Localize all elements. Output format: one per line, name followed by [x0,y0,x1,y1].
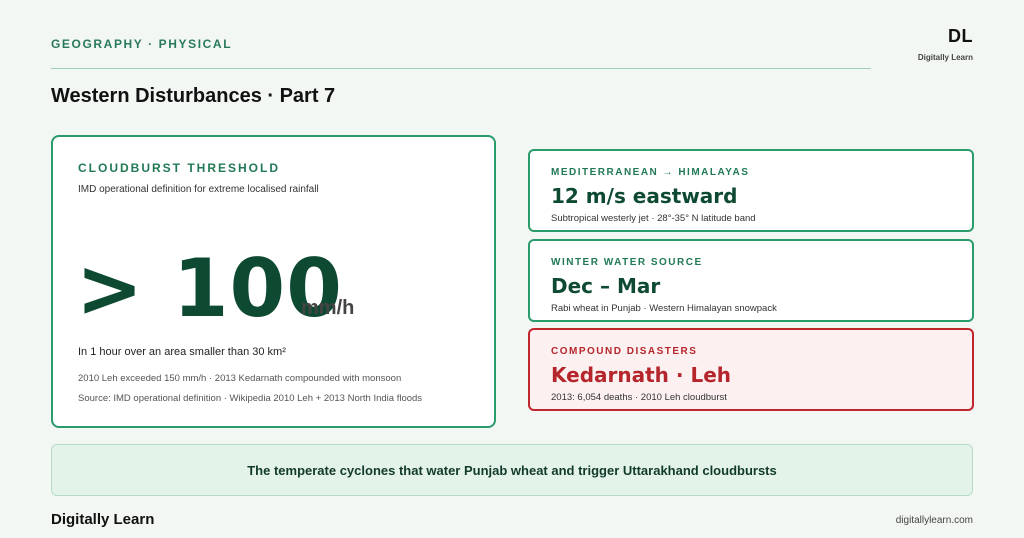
logo: DL Digitally Learn [918,26,973,62]
threshold-label: CLOUDBURST THRESHOLD [78,161,280,175]
jet-card: MEDITERRANEAN → HIMALAYAS 12 m/s eastwar… [528,149,974,232]
jet-card-value: 12 m/s eastward [551,184,738,208]
disaster-card-label: COMPOUND DISASTERS [551,346,698,357]
water-card: WINTER WATER SOURCE Dec – Mar Rabi wheat… [528,239,974,322]
logo-mark: DL [948,26,973,46]
disaster-card: COMPOUND DISASTERS Kedarnath · Leh 2013:… [528,328,974,411]
threshold-description: IMD operational definition for extreme l… [78,184,319,195]
jet-card-label: MEDITERRANEAN → HIMALAYAS [551,167,750,178]
footer-url[interactable]: digitallylearn.com [896,515,973,526]
water-card-sub: Rabi wheat in Punjab · Western Himalayan… [551,303,777,314]
threshold-source: Source: IMD operational definition · Wik… [78,393,423,404]
threshold-card: CLOUDBURST THRESHOLD IMD operational def… [51,135,496,428]
threshold-examples: 2010 Leh exceeded 150 mm/h · 2013 Kedarn… [78,373,402,384]
threshold-unit: mm/h [301,297,355,319]
disaster-card-sub: 2013: 6,054 deaths · 2010 Leh cloudburst [551,392,727,403]
summary-banner: The temperate cyclones that water Punjab… [51,444,973,496]
page-title: Western Disturbances · Part 7 [51,85,336,107]
logo-subtitle: Digitally Learn [917,53,973,62]
kicker: GEOGRAPHY · PHYSICAL [51,37,233,51]
water-card-value: Dec – Mar [551,274,661,298]
header-rule [51,68,871,69]
threshold-detail: In 1 hour over an area smaller than 30 k… [78,346,286,358]
water-card-label: WINTER WATER SOURCE [551,257,703,268]
summary-banner-text: The temperate cyclones that water Punjab… [247,462,777,478]
disaster-card-value: Kedarnath · Leh [551,363,731,387]
jet-card-sub: Subtropical westerly jet · 28°-35° N lat… [551,213,756,224]
footer-brand: Digitally Learn [51,511,155,528]
